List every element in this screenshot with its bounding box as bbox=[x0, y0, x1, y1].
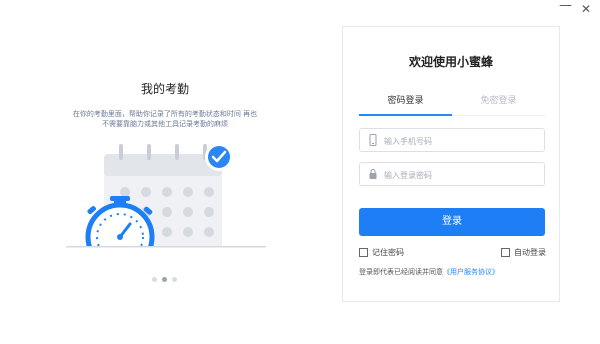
feature-description: 在你的考勤里面，帮助你记录了所有的考勤状态和时间 再也 不需要靠脑力或其他工具记… bbox=[72, 110, 258, 128]
auto-login-label: 自动登录 bbox=[514, 248, 546, 257]
login-card: 欢迎使用小蜜蜂 密码登录 免密登录 登录 记住密码 自动登录 登录即代表已经阅读… bbox=[342, 26, 560, 302]
password-field[interactable] bbox=[359, 162, 545, 186]
checkmark-icon bbox=[205, 143, 233, 171]
lock-icon bbox=[369, 169, 377, 179]
user-agreement-link[interactable]: 《用户服务协议》 bbox=[443, 268, 499, 276]
tab-passwordless-login[interactable]: 免密登录 bbox=[452, 93, 545, 106]
tab-divider bbox=[452, 115, 545, 116]
agreement-notice: 登录即代表已经阅读并同意《用户服务协议》 bbox=[359, 267, 499, 277]
remember-password-checkbox[interactable]: 记住密码 bbox=[359, 247, 404, 258]
carousel-dot[interactable] bbox=[152, 277, 157, 282]
agreement-text: 登录即代表已经阅读并同意 bbox=[359, 268, 443, 276]
carousel-dot-active[interactable] bbox=[162, 277, 167, 282]
close-button[interactable]: ✕ bbox=[581, 3, 591, 15]
phone-icon bbox=[369, 134, 377, 146]
login-button[interactable]: 登录 bbox=[359, 208, 545, 236]
auto-login-checkbox[interactable]: 自动登录 bbox=[501, 247, 546, 258]
checkbox-box[interactable] bbox=[501, 248, 510, 257]
feature-title: 我的考勤 bbox=[140, 82, 189, 96]
remember-password-label: 记住密码 bbox=[372, 248, 404, 257]
left-panel: 我的考勤 在你的考勤里面，帮助你记录了所有的考勤状态和时间 再也 不需要靠脑力或… bbox=[60, 80, 270, 129]
login-title: 欢迎使用小蜜蜂 bbox=[408, 55, 493, 69]
password-input[interactable] bbox=[382, 166, 541, 184]
login-tabs: 密码登录 免密登录 bbox=[359, 93, 545, 117]
attendance-illustration bbox=[62, 143, 272, 252]
carousel-indicator bbox=[152, 277, 177, 282]
checkbox-box[interactable] bbox=[359, 248, 368, 257]
minimize-button[interactable]: — bbox=[559, 0, 572, 12]
tab-password-login[interactable]: 密码登录 bbox=[359, 93, 452, 106]
phone-input[interactable] bbox=[382, 132, 541, 150]
tab-active-indicator bbox=[359, 114, 452, 116]
phone-field[interactable] bbox=[359, 128, 545, 152]
carousel-dot[interactable] bbox=[172, 277, 177, 282]
